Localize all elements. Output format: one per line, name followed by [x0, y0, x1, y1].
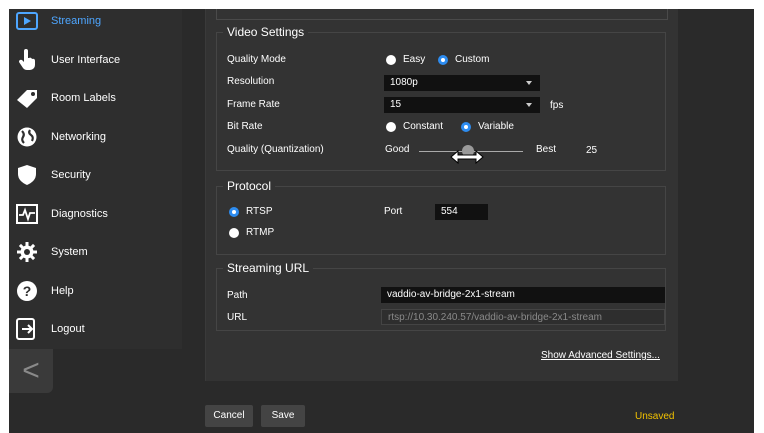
frame-rate-value: 15 — [390, 99, 402, 110]
sidebar-item-label: Room Labels — [51, 92, 116, 104]
main-panel: Video Settings Quality Mode Easy Custom … — [205, 9, 678, 381]
chevron-down-icon — [526, 81, 532, 85]
port-input[interactable]: 554 — [435, 204, 488, 220]
quality-mode-label: Quality Mode — [227, 54, 286, 65]
quantization-label: Quality (Quantization) — [227, 144, 324, 155]
chevron-down-icon — [526, 103, 532, 107]
slider-max-label: Best — [536, 144, 557, 155]
path-input[interactable]: vaddio-av-bridge-2x1-stream — [381, 287, 665, 303]
show-advanced-settings-link[interactable]: Show Advanced Settings... — [541, 350, 660, 361]
slider-value: 25 — [586, 145, 598, 156]
protocol-rtsp-radio[interactable]: RTSP — [229, 206, 273, 217]
slider-min-label: Good — [385, 144, 410, 155]
resolution-label: Resolution — [227, 76, 275, 87]
radio-label: Constant — [403, 121, 444, 132]
tag-icon — [15, 86, 39, 110]
sidebar-item-diagnostics[interactable]: Diagnostics — [9, 195, 182, 233]
section-title: Video Settings — [227, 25, 305, 39]
radio-selected-icon — [229, 206, 239, 217]
radio-selected-icon — [461, 121, 471, 132]
section-title: Protocol — [227, 179, 272, 193]
shield-icon — [15, 163, 39, 187]
previous-section — [216, 9, 668, 20]
quality-mode-easy-radio[interactable]: Easy — [386, 54, 425, 65]
section-title: Streaming URL — [227, 261, 310, 275]
sidebar-item-label: Networking — [51, 131, 107, 143]
resize-cursor-icon — [449, 148, 485, 171]
sidebar-item-room-labels[interactable]: Room Labels — [9, 79, 182, 117]
sidebar-item-logout[interactable]: Logout — [9, 310, 182, 348]
app-window: Streaming User Interface Room Labels Net… — [9, 9, 754, 433]
sidebar-item-user-interface[interactable]: User Interface — [9, 41, 182, 79]
port-label: Port — [384, 206, 403, 217]
sidebar-item-label: Logout — [51, 323, 85, 335]
save-button[interactable]: Save — [261, 405, 305, 427]
url-label: URL — [227, 312, 248, 323]
play-icon — [15, 9, 39, 33]
svg-text:?: ? — [23, 283, 32, 299]
bit-rate-label: Bit Rate — [227, 121, 263, 132]
bit-rate-variable-radio[interactable]: Variable — [461, 121, 514, 132]
sidebar-item-label: System — [51, 246, 88, 258]
radio-icon — [229, 227, 239, 238]
sidebar: Streaming User Interface Room Labels Net… — [9, 9, 182, 349]
globe-icon — [15, 125, 39, 149]
radio-label: Variable — [478, 121, 514, 132]
radio-label: RTSP — [246, 206, 273, 217]
logout-icon — [15, 317, 39, 341]
sidebar-item-label: Streaming — [51, 15, 102, 27]
frame-rate-unit: fps — [550, 100, 564, 111]
path-label: Path — [227, 290, 248, 301]
radio-icon — [386, 54, 396, 65]
protocol-rtmp-radio[interactable]: RTMP — [229, 227, 274, 238]
question-icon: ? — [15, 279, 39, 303]
resolution-value: 1080p — [390, 77, 418, 88]
sidebar-item-streaming[interactable]: Streaming — [9, 9, 182, 40]
sidebar-item-system[interactable]: System — [9, 233, 182, 271]
bit-rate-constant-radio[interactable]: Constant — [386, 121, 443, 132]
radio-label: Custom — [455, 54, 490, 65]
sidebar-item-label: Help — [51, 285, 74, 297]
hand-pointer-icon — [15, 48, 39, 72]
radio-icon — [386, 121, 396, 132]
radio-selected-icon — [438, 54, 448, 65]
resolution-select[interactable]: 1080p — [384, 75, 540, 91]
frame-rate-select[interactable]: 15 — [384, 97, 540, 113]
sidebar-item-help[interactable]: ? Help — [9, 272, 182, 310]
sidebar-item-security[interactable]: Security — [9, 156, 182, 194]
unsaved-status: Unsaved — [635, 411, 675, 422]
sidebar-item-label: Security — [51, 169, 91, 181]
pulse-icon — [15, 202, 39, 226]
frame-rate-label: Frame Rate — [227, 99, 280, 110]
url-field: rtsp://10.30.240.57/vaddio-av-bridge-2x1… — [381, 309, 665, 325]
sidebar-item-label: Diagnostics — [51, 208, 108, 220]
collapse-sidebar-button[interactable]: < — [9, 349, 53, 393]
quality-mode-custom-radio[interactable]: Custom — [438, 54, 489, 65]
cancel-button[interactable]: Cancel — [205, 405, 253, 427]
sidebar-item-networking[interactable]: Networking — [9, 118, 182, 156]
gear-icon — [15, 240, 39, 264]
radio-label: Easy — [403, 54, 426, 65]
sidebar-item-label: User Interface — [51, 54, 121, 66]
radio-label: RTMP — [246, 227, 275, 238]
